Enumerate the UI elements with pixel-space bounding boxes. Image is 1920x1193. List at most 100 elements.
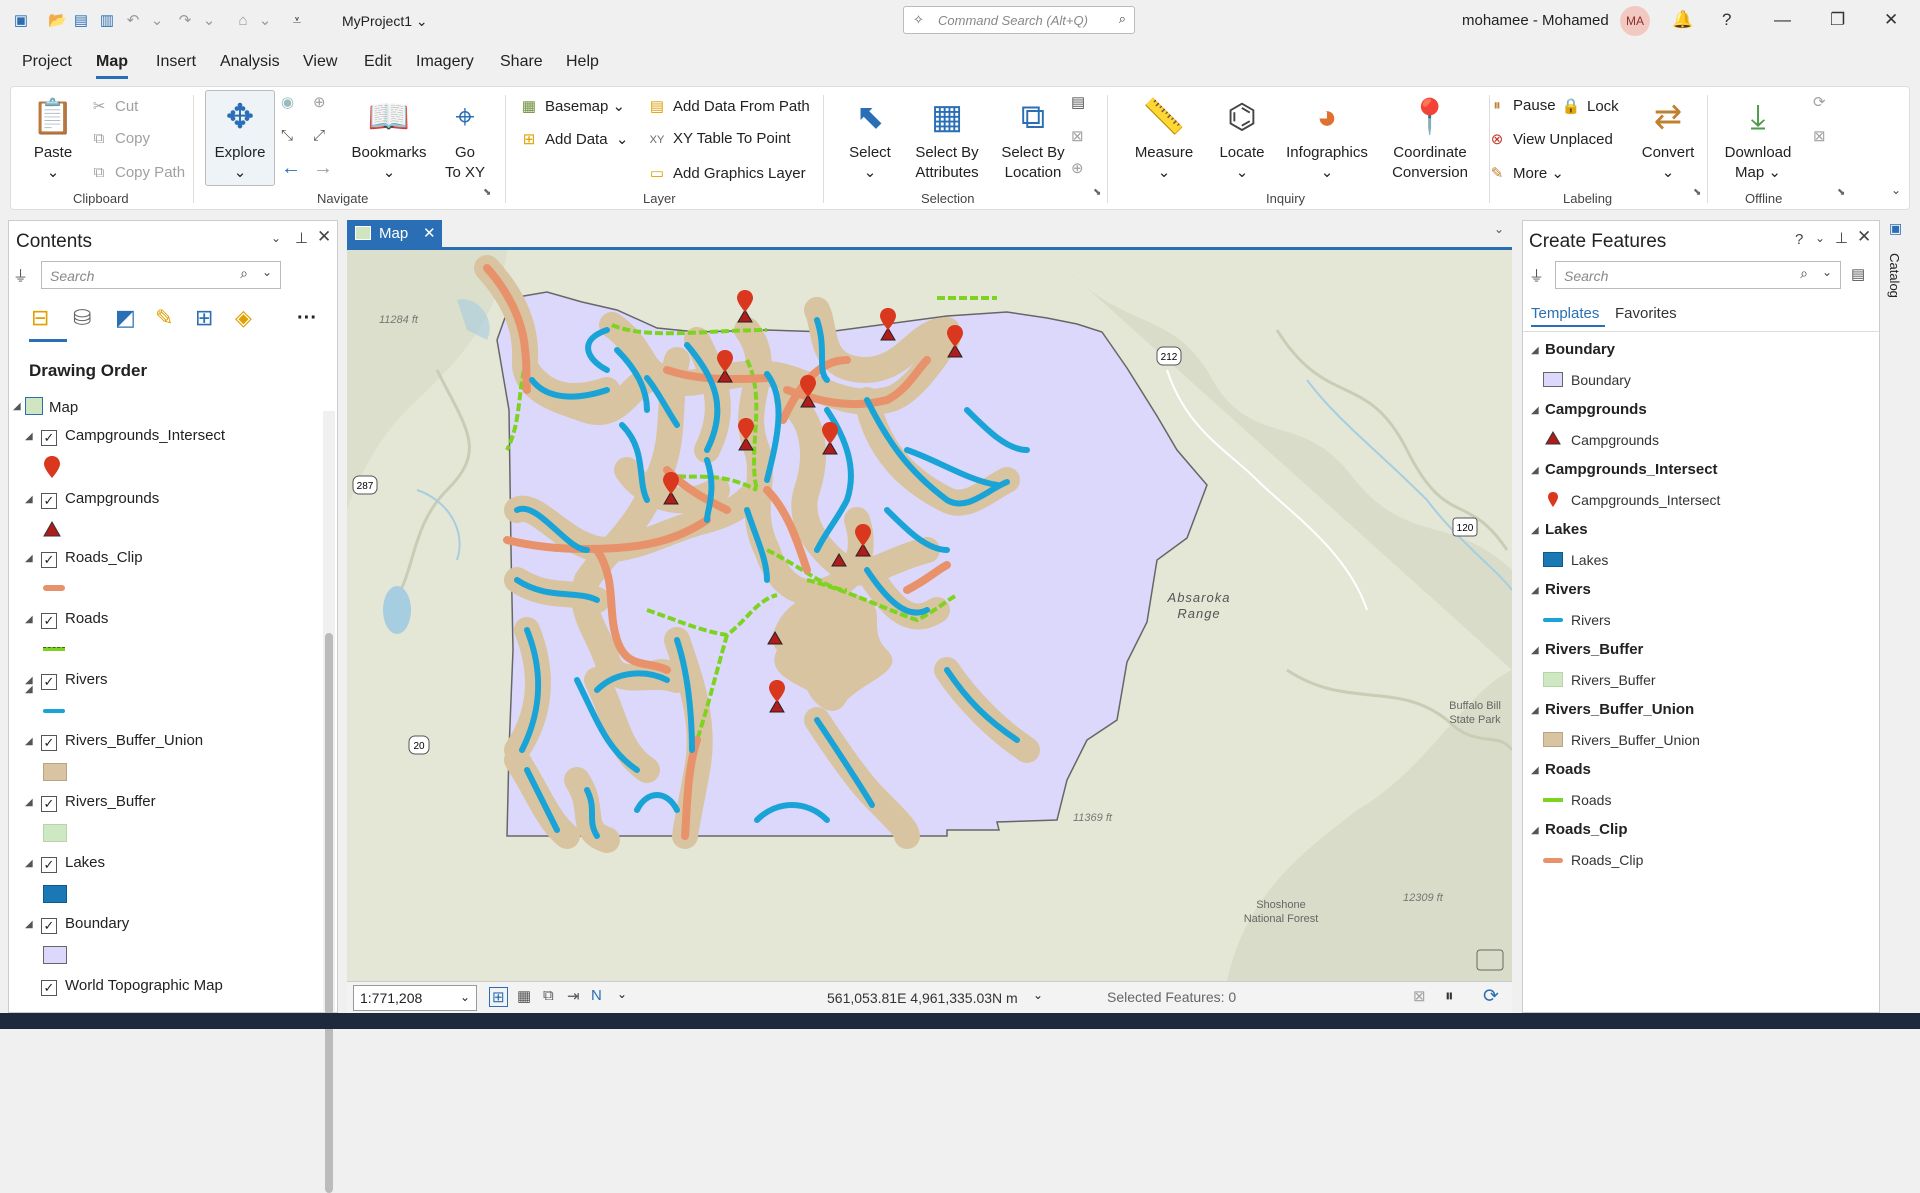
locate-button[interactable]: ⌬ Locate ⌄ bbox=[1207, 95, 1277, 183]
expand-icon[interactable]: ◢ bbox=[25, 797, 33, 808]
filter-icon[interactable]: ⏚ bbox=[13, 265, 28, 286]
command-search[interactable]: ✧ Command Search (Alt+Q) ⌕ bbox=[903, 6, 1135, 34]
visibility-checkbox[interactable]: ✓ bbox=[41, 796, 57, 812]
convert-button[interactable]: ⇄ Convert ⌄ bbox=[1633, 95, 1703, 183]
template-group-campgrounds-intersect[interactable]: Campgrounds_Intersect bbox=[1545, 461, 1718, 478]
template-group-rivers-buffer-union[interactable]: Rivers_Buffer_Union bbox=[1545, 701, 1694, 718]
go-to-xy-button[interactable]: ⌖ Go To XY bbox=[437, 95, 493, 183]
layer-rivers-buffer-union[interactable]: ✓ Rivers_Buffer_Union bbox=[41, 732, 203, 751]
menu-analysis[interactable]: Analysis bbox=[220, 53, 280, 71]
home-dropdown-icon[interactable]: ⌄ bbox=[256, 12, 274, 30]
open-icon[interactable]: 📂 bbox=[48, 12, 67, 30]
snapping-icon[interactable]: ⧉ bbox=[543, 987, 554, 1004]
more-options-icon[interactable]: ··· bbox=[297, 307, 317, 330]
undo-dropdown-icon[interactable]: ⌄ bbox=[148, 12, 166, 30]
pause-labels-button[interactable]: ⏸ Pause bbox=[1487, 97, 1555, 114]
full-extent-icon[interactable]: ◉ bbox=[281, 93, 294, 111]
template-group-roads-clip[interactable]: Roads_Clip bbox=[1545, 821, 1628, 838]
help-icon[interactable]: ? bbox=[1795, 231, 1803, 248]
menu-map[interactable]: Map bbox=[96, 53, 128, 79]
scrollbar-thumb[interactable] bbox=[325, 633, 333, 1193]
menu-view[interactable]: View bbox=[303, 53, 337, 71]
measure-button[interactable]: 📏 Measure ⌄ bbox=[1121, 95, 1207, 183]
zoom-out-fixed-icon[interactable]: ⤢ bbox=[313, 127, 325, 144]
customize-qat-icon[interactable]: ⩡ bbox=[288, 12, 306, 30]
collapse-icon[interactable]: ◢ bbox=[1531, 465, 1539, 476]
collapse-ribbon-icon[interactable]: ⌄ bbox=[1891, 183, 1901, 197]
select-by-attributes-button[interactable]: ▦ Select By Attributes bbox=[907, 95, 987, 183]
labeling-launcher-icon[interactable]: ⬊ bbox=[1693, 187, 1701, 198]
map-node[interactable]: Map bbox=[25, 397, 78, 416]
add-data-from-path-button[interactable]: ▤ Add Data From Path bbox=[647, 97, 810, 115]
contents-search-input[interactable]: Search ⌕ ⌄ bbox=[41, 261, 281, 289]
visibility-checkbox[interactable]: ✓ bbox=[41, 493, 57, 509]
expand-icon[interactable]: ◢ bbox=[25, 614, 33, 625]
collapse-icon[interactable]: ◢ bbox=[1531, 705, 1539, 716]
bookmarks-button[interactable]: 📖 Bookmarks ⌄ bbox=[347, 95, 431, 183]
home-icon[interactable]: ⌂ bbox=[234, 12, 252, 30]
pause-drawing-icon[interactable]: ⏸ bbox=[1445, 986, 1454, 1006]
paste-button[interactable]: 📋 Paste ⌄ bbox=[25, 95, 81, 183]
open-folder-icon[interactable]: ▤ bbox=[72, 12, 90, 30]
visibility-checkbox[interactable]: ✓ bbox=[41, 980, 57, 996]
clear-selection-icon[interactable]: ⊠ bbox=[1071, 127, 1084, 145]
template-roads[interactable]: Roads bbox=[1571, 792, 1611, 808]
north-arrow-icon[interactable]: N bbox=[591, 987, 602, 1004]
menu-share[interactable]: Share bbox=[500, 53, 543, 71]
layer-roads[interactable]: ✓ Roads bbox=[41, 610, 108, 629]
minimize-icon[interactable]: — bbox=[1774, 10, 1791, 30]
expand-icon[interactable]: ◢ bbox=[25, 553, 33, 564]
download-map-button[interactable]: ⤓ Download Map ⌄ bbox=[1715, 95, 1801, 183]
collapse-icon[interactable]: ◢ bbox=[1531, 345, 1539, 356]
template-group-campgrounds[interactable]: Campgrounds bbox=[1545, 401, 1647, 418]
close-pane-icon[interactable]: ✕ bbox=[1857, 227, 1871, 247]
scrollbar[interactable] bbox=[323, 411, 335, 1193]
menu-insert[interactable]: Insert bbox=[156, 53, 196, 71]
template-group-rivers[interactable]: Rivers bbox=[1545, 581, 1591, 598]
map-view[interactable]: 212 287 120 20 11284 ft 11369 ft 12309 f… bbox=[347, 247, 1512, 981]
basemap-button[interactable]: ▦ Basemap ⌄ bbox=[519, 97, 625, 115]
layer-rivers-buffer[interactable]: ✓ Rivers_Buffer bbox=[41, 793, 156, 812]
user-name[interactable]: mohamee - Mohamed bbox=[1462, 12, 1609, 29]
save-icon[interactable]: ▥ bbox=[98, 12, 116, 30]
template-rivers[interactable]: Rivers bbox=[1571, 612, 1611, 628]
expand-icon[interactable]: ◢ bbox=[25, 736, 33, 747]
coordinate-format-dropdown[interactable]: ⌄ bbox=[1033, 988, 1043, 1002]
redo-icon[interactable]: ↷ bbox=[176, 12, 194, 30]
cut-button[interactable]: ✂ Cut bbox=[89, 97, 139, 115]
template-campgrounds[interactable]: Campgrounds bbox=[1571, 432, 1659, 448]
visibility-checkbox[interactable]: ✓ bbox=[41, 918, 57, 934]
list-by-selection-icon[interactable]: ◩ bbox=[115, 305, 136, 331]
select-by-location-button[interactable]: ⧉ Select By Location bbox=[993, 95, 1073, 183]
layer-lakes[interactable]: ✓ Lakes bbox=[41, 854, 105, 873]
lock-labels-button[interactable]: 🔒 Lock bbox=[1561, 97, 1619, 115]
menu-help[interactable]: Help bbox=[566, 53, 599, 71]
visibility-checkbox[interactable]: ✓ bbox=[41, 613, 57, 629]
zoom-to-selection-icon[interactable]: ⊕ bbox=[1071, 159, 1084, 177]
layer-campgrounds[interactable]: ✓ Campgrounds bbox=[41, 490, 159, 509]
list-by-editing-icon[interactable]: ✎ bbox=[155, 305, 173, 331]
zoom-in-fixed-icon[interactable]: ⤡ bbox=[281, 127, 293, 144]
close-icon[interactable]: ✕ bbox=[1884, 10, 1898, 30]
template-campgrounds-intersect[interactable]: Campgrounds_Intersect bbox=[1571, 492, 1720, 508]
layer-boundary[interactable]: ✓ Boundary bbox=[41, 915, 129, 934]
map-canvas[interactable]: 212 287 120 20 11284 ft 11369 ft 12309 f… bbox=[347, 250, 1512, 981]
notification-bell-icon[interactable]: 🔔 bbox=[1672, 10, 1693, 30]
collapse-icon[interactable]: ◢ bbox=[1531, 405, 1539, 416]
offline-launcher-icon[interactable]: ⬊ bbox=[1837, 187, 1845, 198]
layer-campgrounds-intersect[interactable]: ✓ Campgrounds_Intersect bbox=[41, 427, 225, 446]
fixed-extent-icon[interactable]: ⊞ bbox=[489, 987, 508, 1007]
menu-edit[interactable]: Edit bbox=[364, 53, 392, 71]
template-roads-clip[interactable]: Roads_Clip bbox=[1571, 852, 1643, 868]
close-tab-icon[interactable]: ✕ bbox=[423, 224, 436, 242]
remove-offline-icon[interactable]: ⊠ bbox=[1813, 127, 1826, 145]
collapse-icon[interactable]: ◢ bbox=[1531, 645, 1539, 656]
expand-icon[interactable]: ◢ bbox=[25, 494, 33, 505]
infographics-button[interactable]: ◕ Infographics ⌄ bbox=[1277, 95, 1377, 183]
sync-icon[interactable]: ⟳ bbox=[1813, 93, 1826, 111]
tab-overflow-icon[interactable]: ⌄ bbox=[1494, 222, 1504, 236]
project-name[interactable]: MyProject1 ⌄ bbox=[342, 13, 428, 30]
template-group-rivers-buffer[interactable]: Rivers_Buffer bbox=[1545, 641, 1643, 658]
xy-table-button[interactable]: XY XY Table To Point bbox=[647, 130, 791, 147]
pane-options-icon[interactable]: ⌄ bbox=[1815, 231, 1825, 245]
